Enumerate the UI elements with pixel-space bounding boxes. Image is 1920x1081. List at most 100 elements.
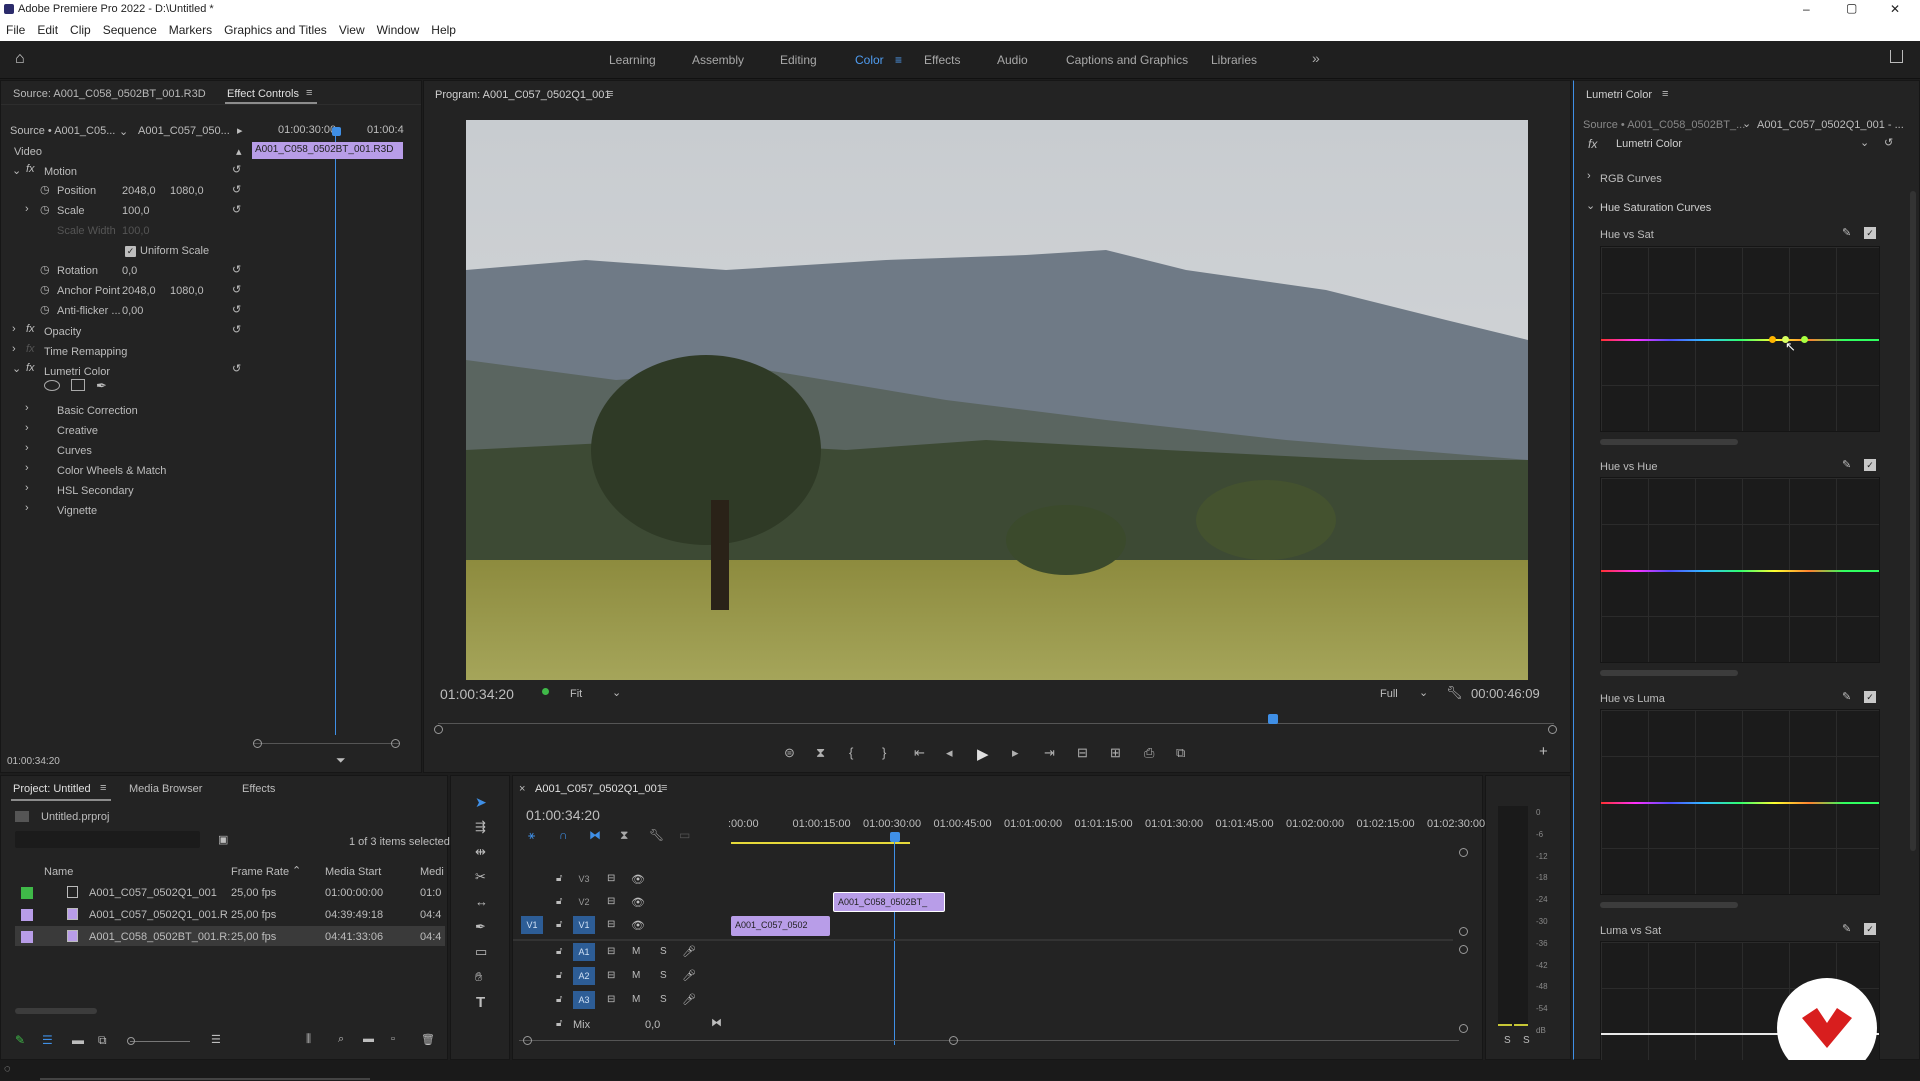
timeline-ruler[interactable]: :00:00 01:00:15:00 01:00:30:00 01:00:45:00 0… <box>728 814 1488 834</box>
scale-value[interactable]: 100,0 <box>122 205 150 217</box>
hscroll-handle-left[interactable] <box>523 1036 532 1045</box>
hue-vs-luma-curve[interactable] <box>1600 709 1880 895</box>
lumetri-seq[interactable]: A001_C057_0502Q1_001 - ... <box>1757 119 1904 131</box>
track-sync-icon[interactable]: ⊟ <box>607 919 615 930</box>
sub-curves[interactable]: Curves <box>57 445 92 457</box>
write-mode-icon[interactable]: ✎ <box>15 1033 25 1047</box>
tab-media-browser[interactable]: Media Browser <box>129 783 202 795</box>
menu-edit[interactable]: Edit <box>31 23 64 37</box>
track-target[interactable]: A3 <box>573 991 595 1009</box>
sub-expand-icon[interactable]: › <box>25 462 29 474</box>
zoom-slider[interactable] <box>130 1041 190 1042</box>
step-forward-icon[interactable]: ▸ <box>1012 745 1019 761</box>
menu-window[interactable]: Window <box>371 23 426 37</box>
razor-tool-icon[interactable]: ✂ <box>475 869 486 885</box>
hue-vs-sat-curve[interactable]: ↖ <box>1600 246 1880 432</box>
play-icon[interactable]: ▶ <box>977 745 989 763</box>
scrub-end-handle[interactable] <box>1548 725 1557 734</box>
project-row[interactable]: A001_C057_0502Q1_001 25,00 fps 01:00:00:… <box>15 882 445 902</box>
tab-source[interactable]: Source: A001_C058_0502BT_001.R3D <box>13 88 206 100</box>
hue-vs-luma-scrollbar[interactable] <box>1600 902 1738 908</box>
new-bin-icon[interactable]: ▬ <box>363 1033 374 1045</box>
position-stopwatch-icon[interactable]: ◷ <box>40 183 50 196</box>
search-input[interactable] <box>15 831 200 848</box>
quality-chevron-icon[interactable]: ⌄ <box>1419 686 1428 699</box>
mark-out-icon[interactable]: } <box>882 745 886 760</box>
anchor-x[interactable]: 2048,0 <box>122 285 156 297</box>
ws-color[interactable]: Color <box>855 53 884 67</box>
hue-vs-hue-curve[interactable] <box>1600 477 1880 663</box>
hue-vs-sat-enable-checkbox[interactable]: ✓ <box>1864 227 1876 239</box>
antiflicker-value[interactable]: 0,00 <box>122 305 143 317</box>
hue-vs-luma-enable-checkbox[interactable]: ✓ <box>1864 691 1876 703</box>
time-remap-expand-icon[interactable]: › <box>12 343 16 355</box>
work-area-bar[interactable] <box>731 842 910 844</box>
scale-expand-icon[interactable]: › <box>25 203 29 215</box>
project-row[interactable]: A001_C058_0502BT_001.R: 25,00 fps 04:41:… <box>15 926 445 946</box>
track-lock-icon[interactable]: 🔓︎ <box>556 873 562 884</box>
menu-help[interactable]: Help <box>425 23 462 37</box>
track-visibility-icon[interactable]: 👁︎ <box>631 896 645 909</box>
linked-selection-icon[interactable]: ⧓ <box>589 828 601 842</box>
extract-icon[interactable]: ⊞ <box>1110 745 1121 761</box>
comparison-view-icon[interactable]: ⧉ <box>1176 745 1185 761</box>
share-icon[interactable] <box>1890 50 1903 63</box>
ellipse-mask-icon[interactable] <box>44 380 60 391</box>
mix-expand-icon[interactable]: ⧓ <box>711 1016 722 1029</box>
wrench-icon[interactable]: 🔧︎ <box>1446 685 1463 701</box>
col-media-end[interactable]: Medi <box>420 866 444 878</box>
lumetri-source[interactable]: Source • A001_C058_0502BT_... <box>1583 119 1745 131</box>
solo-left-button[interactable]: S <box>1504 1035 1511 1046</box>
hscroll-handle-right[interactable] <box>949 1036 958 1045</box>
track-lock-icon[interactable]: 🔓︎ <box>556 919 562 930</box>
track-solo-button[interactable]: S <box>660 970 667 981</box>
lumetri-effect-selector[interactable]: Lumetri Color <box>1616 138 1682 150</box>
hue-vs-sat-scrollbar[interactable] <box>1600 439 1738 445</box>
eyedropper-icon[interactable]: ✎ <box>1842 922 1851 935</box>
ec-zoom-handle-right[interactable] <box>391 739 400 748</box>
project-hscroll[interactable] <box>15 1008 97 1014</box>
rectangle-tool-icon[interactable]: ▭ <box>475 944 487 960</box>
maximize-button[interactable]: ▢ <box>1846 1 1857 15</box>
filter-icon[interactable]: ⏷ <box>336 753 346 768</box>
antiflicker-reset-icon[interactable]: ↺ <box>232 303 241 316</box>
vscroll-handle[interactable] <box>1459 1024 1468 1033</box>
sub-basic-correction[interactable]: Basic Correction <box>57 405 138 417</box>
hue-sat-curves-section[interactable]: Hue Saturation Curves <box>1600 202 1711 214</box>
track-mute-button[interactable]: M <box>632 946 640 957</box>
menu-markers[interactable]: Markers <box>163 23 218 37</box>
lumetri-reset-icon[interactable]: ↺ <box>1884 136 1893 149</box>
lumetri-reset-icon[interactable]: ↺ <box>232 362 241 375</box>
opacity-reset-icon[interactable]: ↺ <box>232 323 241 336</box>
add-button-icon[interactable]: + <box>1539 743 1548 760</box>
scrub-start-handle[interactable] <box>434 725 443 734</box>
sequence-selector[interactable]: A001_C057_050... <box>138 125 230 137</box>
track-mute-button[interactable]: M <box>632 994 640 1005</box>
lumetri-effect-chevron-icon[interactable]: ⌄ <box>1860 136 1869 149</box>
track-sync-icon[interactable]: ⊟ <box>607 873 615 884</box>
insert-marker-icon[interactable]: ⊜ <box>784 745 795 761</box>
sub-expand-icon[interactable]: › <box>25 502 29 514</box>
voiceover-mic-icon[interactable]: 🎤︎ <box>682 945 696 958</box>
sub-expand-icon[interactable]: › <box>25 482 29 494</box>
eyedropper-icon[interactable]: ✎ <box>1842 690 1851 703</box>
ec-clip-bar[interactable]: A001_C058_0502BT_001.R3D <box>252 142 403 159</box>
track-target[interactable]: V1 <box>573 916 595 934</box>
track-visibility-icon[interactable]: 👁︎ <box>631 919 645 932</box>
clip-v2[interactable]: A001_C058_0502BT_ <box>833 892 945 912</box>
menu-clip[interactable]: Clip <box>64 23 97 37</box>
col-media-start[interactable]: Media Start <box>325 866 381 878</box>
ws-libraries[interactable]: Libraries <box>1211 53 1257 67</box>
track-target[interactable]: A1 <box>573 943 595 961</box>
find-icon[interactable]: ⌕ <box>338 1033 344 1046</box>
tab-menu-icon[interactable]: ≡ <box>306 87 312 99</box>
track-lock-icon[interactable]: 🔓︎ <box>556 994 562 1005</box>
menu-view[interactable]: View <box>333 23 371 37</box>
program-timecode[interactable]: 01:00:34:20 <box>440 686 514 702</box>
track-sync-icon[interactable]: ⊟ <box>607 994 615 1005</box>
freeform-view-icon[interactable]: ⧉ <box>98 1033 107 1048</box>
sub-expand-icon[interactable]: › <box>25 402 29 414</box>
track-solo-button[interactable]: S <box>660 994 667 1005</box>
eyedropper-icon[interactable]: ✎ <box>1842 226 1851 239</box>
clip-v1[interactable]: A001_C057_0502 <box>731 916 830 936</box>
